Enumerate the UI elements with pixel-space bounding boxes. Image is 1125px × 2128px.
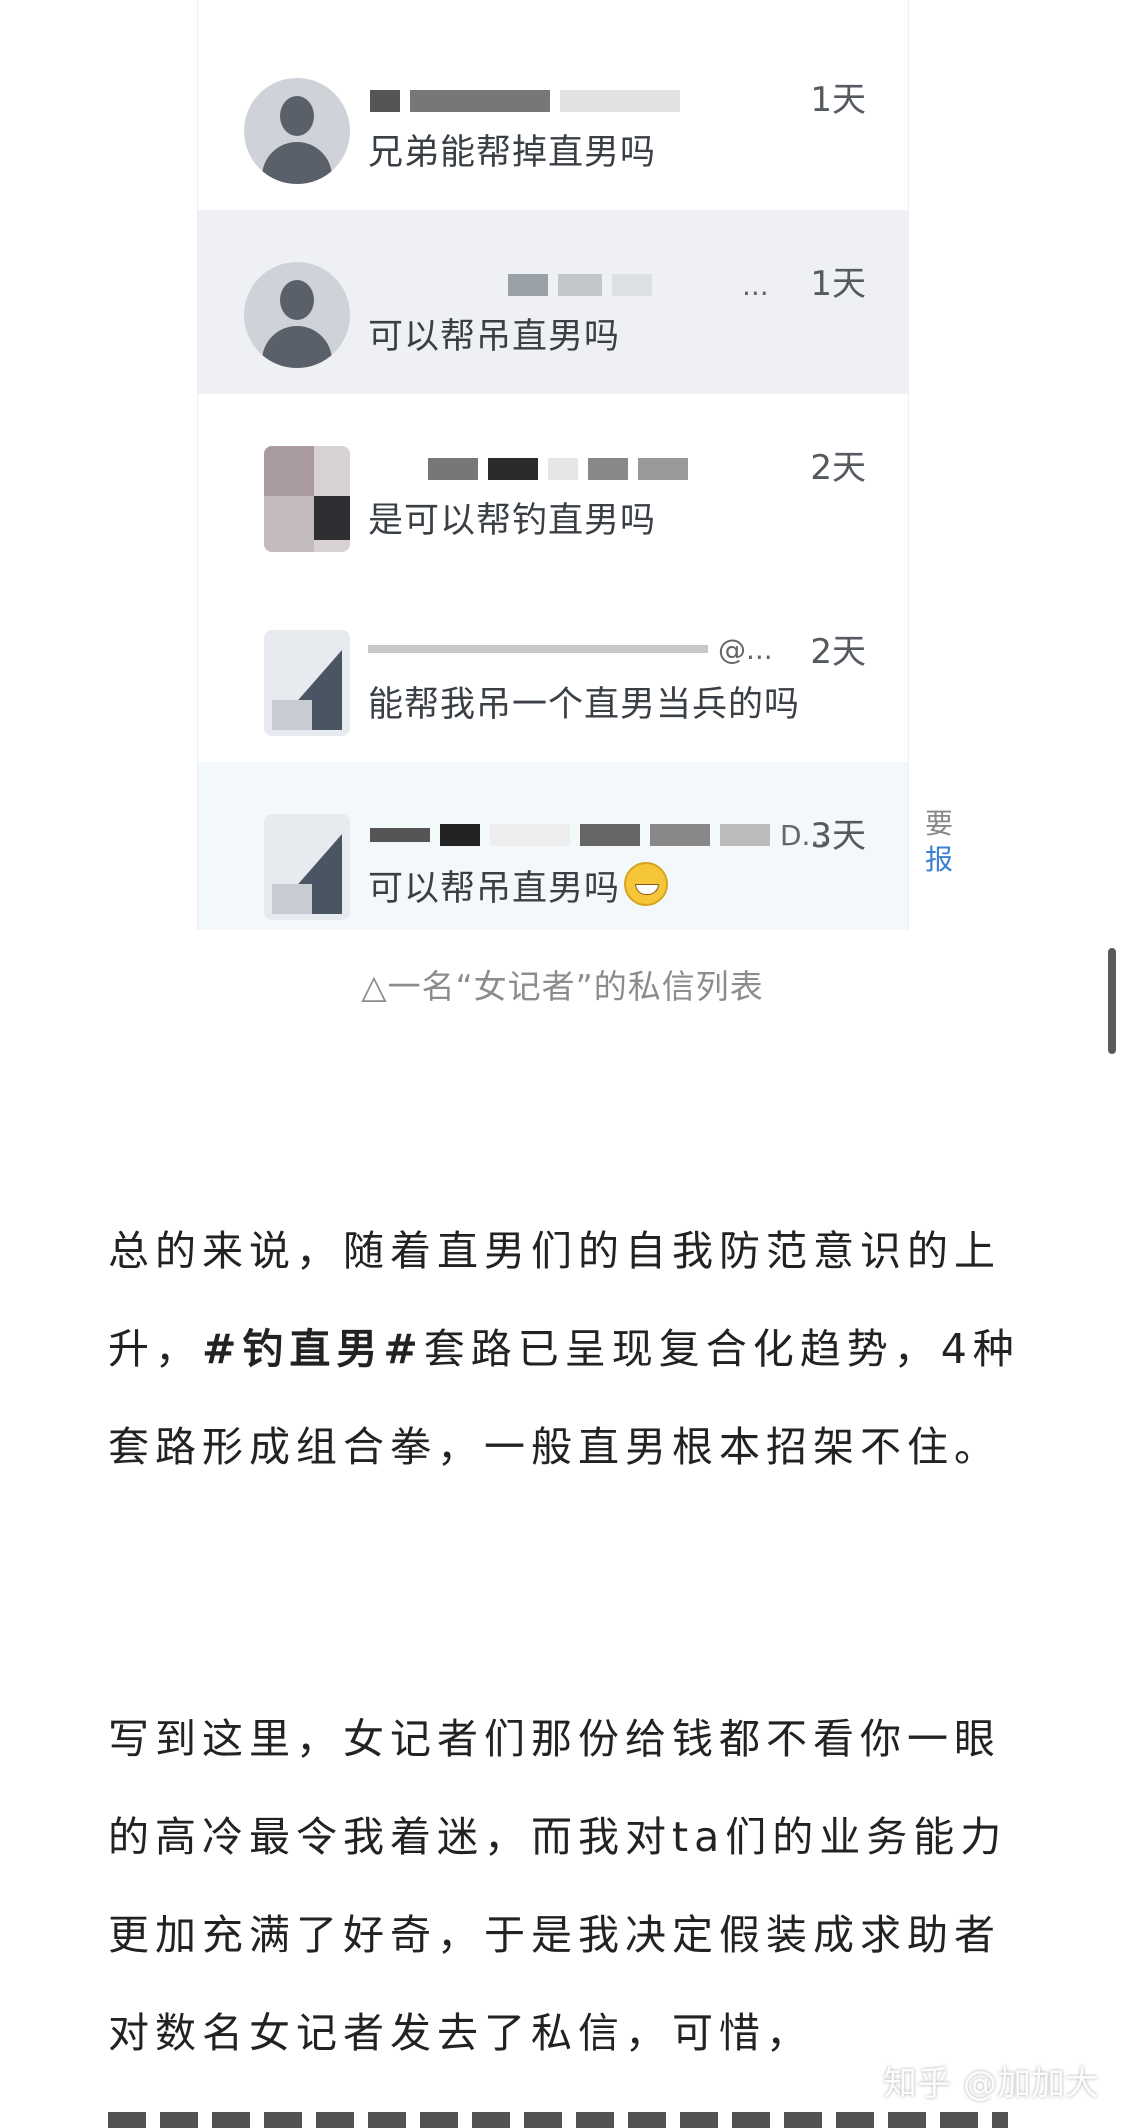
zhihu-logo-text: 知乎 bbox=[883, 2064, 951, 2104]
dm-time: 2天 bbox=[810, 632, 866, 672]
article-paragraph: 总的来说，随着直男们的自我防范意识的上升，#钓直男#套路已呈现复合化趋势，4种套… bbox=[108, 1227, 1020, 1471]
blurred-username: D... bbox=[370, 819, 828, 852]
dm-message: 可以帮吊直男吗 bbox=[368, 860, 669, 911]
default-avatar-icon bbox=[244, 262, 350, 368]
article-paragraph: 写到这里，女记者们那份给钱都不看你一眼的高冷最令我着迷，而我对ta们的业务能力更… bbox=[108, 1715, 1008, 2057]
dm-row: 1天 兄弟能帮掉直男吗 bbox=[198, 26, 908, 211]
blurred-username: @... bbox=[368, 633, 773, 666]
dm-time: 2天 bbox=[810, 448, 866, 488]
image-caption: △一名“女记者”的私信列表 bbox=[361, 967, 764, 1006]
dm-row: ... 1天 可以帮吊直男吗 bbox=[198, 210, 908, 395]
blurred-username bbox=[370, 88, 680, 114]
dm-message: 可以帮吊直男吗 bbox=[368, 317, 621, 357]
dm-list-screenshot: 1天 兄弟能帮掉直男吗 ... 1天 可以帮吊直男吗 2天 是可以帮钓直男吗 @… bbox=[197, 0, 909, 930]
scrollbar[interactable] bbox=[1108, 948, 1116, 1054]
grin-emoji-icon bbox=[624, 862, 669, 906]
blurred-avatar bbox=[264, 814, 350, 920]
dm-message: 兄弟能帮掉直男吗 bbox=[368, 133, 657, 173]
dm-time: 1天 bbox=[810, 264, 866, 304]
dm-message: 能帮我吊一个直男当兵的吗 bbox=[368, 685, 801, 725]
dm-row-partial bbox=[198, 0, 908, 27]
cropped-side-text: 要 报 bbox=[925, 807, 954, 876]
dm-row: D... 3天 可以帮吊直男吗 bbox=[198, 762, 908, 930]
watermark-author: @加加大 bbox=[963, 2064, 1099, 2104]
dm-row: 2天 是可以帮钓直男吗 bbox=[198, 394, 908, 579]
blurred-username bbox=[428, 456, 688, 482]
cropped-text-line bbox=[108, 2112, 1008, 2128]
dm-message: 是可以帮钓直男吗 bbox=[368, 501, 657, 541]
dm-time: 3天 bbox=[810, 816, 866, 856]
blurred-username: ... bbox=[508, 269, 769, 302]
dm-row: @... 2天 能帮我吊一个直男当兵的吗 bbox=[198, 578, 908, 763]
watermark: 知乎 @加加大 bbox=[883, 2056, 1099, 2105]
default-avatar-icon bbox=[244, 78, 350, 184]
hashtag[interactable]: #钓直男# bbox=[202, 1325, 424, 1373]
dm-time: 1天 bbox=[810, 80, 866, 120]
blurred-avatar bbox=[264, 630, 350, 736]
pixelated-avatar bbox=[264, 446, 350, 552]
